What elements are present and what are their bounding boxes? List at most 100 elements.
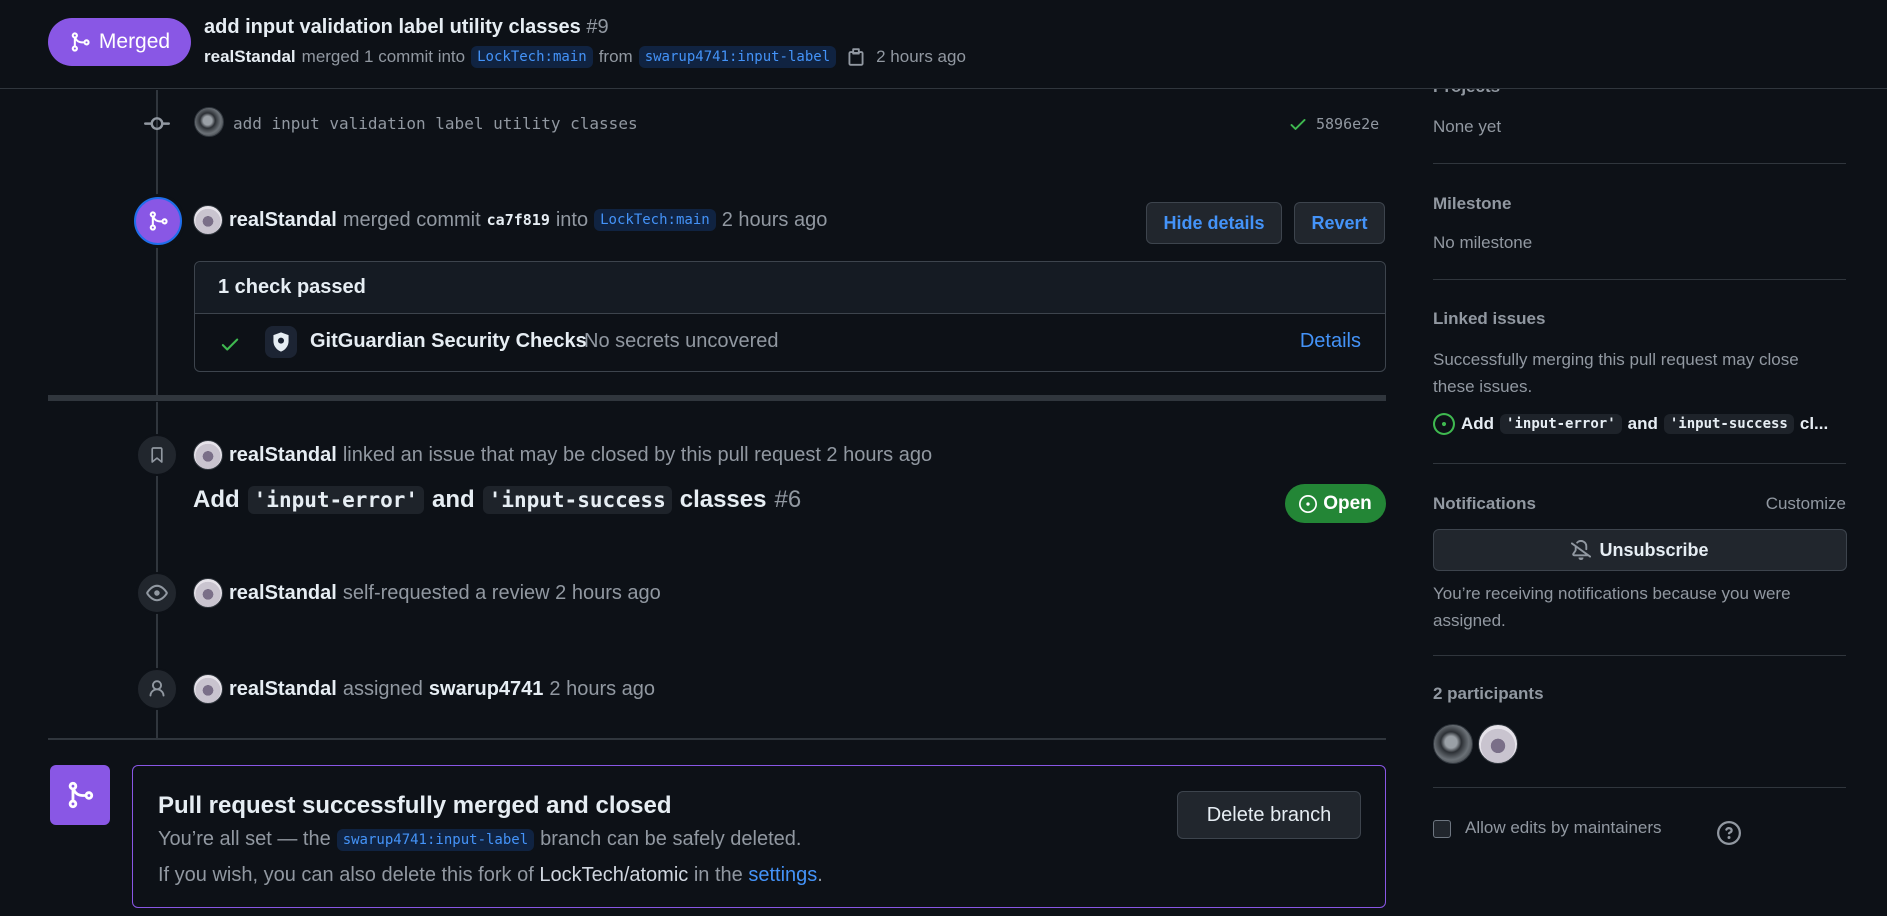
merged-box-icon	[50, 765, 110, 825]
git-merge-icon	[71, 32, 90, 52]
avatar[interactable]	[193, 674, 223, 704]
commit-sha[interactable]: 5896e2e	[1316, 115, 1379, 133]
question-icon[interactable]	[1717, 821, 1741, 845]
pr-merged-text: merged 1 commit into	[301, 47, 466, 66]
sidebar-heading-participants: 2 participants	[1433, 684, 1544, 703]
event-author[interactable]: realStandal	[229, 444, 337, 467]
assign-text: assigned	[342, 677, 423, 700]
participant-avatar[interactable]	[1478, 724, 1518, 764]
head-branch[interactable]: swarup4741:input-label	[638, 46, 837, 68]
issue-prefix: Add	[193, 486, 240, 513]
merged-state-label: Merged	[98, 30, 171, 53]
divider	[1433, 655, 1846, 656]
sidebar-heading-linked-issues[interactable]: Linked issues	[1433, 309, 1545, 329]
event-author[interactable]: realStandal	[229, 209, 337, 232]
merge-into-text: into	[555, 208, 589, 231]
issue-and: and	[432, 486, 475, 513]
bookmark-icon	[151, 447, 163, 463]
customize-link[interactable]: Customize	[1766, 494, 1846, 514]
participant-avatar[interactable]	[1433, 724, 1473, 764]
event-author[interactable]: realStandal	[229, 678, 337, 701]
delete-branch-button[interactable]: Delete branch	[1177, 791, 1361, 839]
fork-repo: LockTech/atomic	[539, 864, 689, 886]
unsubscribe-button[interactable]: Unsubscribe	[1433, 529, 1847, 571]
assign-time: 2 hours ago	[549, 677, 656, 700]
allow-edits-checkbox[interactable]	[1433, 820, 1451, 838]
checks-header-text: 1 check passed	[218, 276, 366, 298]
linked-issue-title[interactable]: Add 'input-error' and 'input-success cla…	[193, 486, 801, 514]
linked-issue-item[interactable]: Add 'input-error' and 'input-success cl.…	[1433, 413, 1828, 435]
check-details-link[interactable]: Details	[1300, 330, 1361, 353]
merged-line1-pre: You’re all set — the	[158, 828, 331, 850]
eye-icon	[146, 584, 168, 602]
linked-item-code: 'input-success	[1663, 414, 1794, 434]
linked-issues-desc: Successfully merging this pull request m…	[1433, 350, 1799, 396]
pr-author[interactable]: realStandal	[204, 47, 296, 67]
avatar[interactable]	[194, 107, 224, 137]
assign-event-icon	[136, 668, 178, 710]
avatar[interactable]	[193, 578, 223, 608]
revert-button[interactable]: Revert	[1294, 202, 1385, 244]
pr-title-row: add input validation label utility class…	[204, 16, 609, 39]
linked-item-suffix: cl...	[1799, 414, 1829, 433]
linked-item-code: 'input-error'	[1500, 414, 1622, 434]
check-name: GitGuardian Security Checks	[310, 330, 587, 352]
merge-commit-sha[interactable]: ca7f819	[487, 211, 550, 229]
merged-box: Pull request successfully merged and clo…	[132, 765, 1386, 908]
hide-details-button[interactable]: Hide details	[1146, 202, 1282, 244]
review-text: self-requested a review 2 hours ago	[342, 581, 661, 604]
divider	[1433, 163, 1846, 164]
base-branch[interactable]: LockTech:main	[471, 46, 593, 68]
git-commit-icon	[144, 117, 170, 131]
linked-item-prefix: Add	[1461, 414, 1495, 433]
git-merge-icon	[68, 781, 94, 809]
git-merge-icon	[149, 211, 168, 231]
check-row: GitGuardian Security Checks No secrets u…	[195, 314, 1385, 371]
settings-link[interactable]: settings	[748, 864, 817, 886]
allow-edits-label[interactable]: Allow edits by maintainers	[1465, 818, 1662, 838]
issue-opened-icon	[1433, 413, 1455, 435]
linked-item-and: and	[1627, 414, 1658, 433]
sidebar-heading-notifications: Notifications	[1433, 494, 1536, 513]
timeline-separator	[48, 738, 1386, 740]
merged-box-line1: You’re all set — the swarup4741:input-la…	[158, 828, 801, 851]
pr-meta-row: realStandal merged 1 commit into LockTec…	[204, 46, 966, 68]
projects-value: None yet	[1433, 117, 1502, 136]
pr-title[interactable]: add input validation label utility class…	[204, 16, 581, 38]
merged-branch[interactable]: swarup4741:input-label	[336, 828, 535, 851]
event-author[interactable]: realStandal	[229, 582, 337, 605]
merge-branch[interactable]: LockTech:main	[594, 209, 716, 231]
issue-code: 'input-error'	[247, 486, 425, 514]
merged-state-badge: Merged	[48, 18, 191, 66]
issue-code: 'input-success	[482, 486, 672, 514]
milestone-value: No milestone	[1433, 233, 1533, 252]
unsubscribe-label: Unsubscribe	[1599, 539, 1709, 560]
sidebar-heading-milestone[interactable]: Milestone	[1433, 194, 1511, 214]
merged-line2-end: .	[817, 864, 823, 886]
gitguardian-icon	[265, 326, 297, 358]
sidebar: Projects None yet Milestone No milestone…	[1433, 89, 1847, 916]
commit-message[interactable]: add input validation label utility class…	[233, 114, 638, 133]
avatar[interactable]	[193, 205, 223, 235]
merged-line1-post: branch can be safely deleted.	[540, 828, 802, 850]
notifications-desc: You’re receiving notifications because y…	[1433, 584, 1791, 630]
merged-box-title: Pull request successfully merged and clo…	[158, 792, 672, 819]
copy-icon[interactable]	[846, 47, 866, 67]
divider	[1433, 463, 1846, 464]
issue-number: #6	[774, 486, 802, 513]
assignee[interactable]: swarup4741	[429, 678, 544, 701]
checks-box: 1 check passed GitGuardian Security Chec…	[194, 261, 1386, 372]
divider	[1433, 279, 1846, 280]
sidebar-heading-projects[interactable]: Projects	[1433, 89, 1500, 97]
check-desc: No secrets uncovered	[584, 330, 779, 352]
avatar[interactable]	[193, 440, 223, 470]
issue-opened-icon	[1299, 494, 1318, 513]
commit-row: add input validation label utility class…	[136, 107, 1386, 139]
merge-text: merged commit	[342, 208, 481, 231]
divider	[1433, 787, 1846, 788]
merge-event-text: realStandal merged commit ca7f819 into L…	[193, 205, 827, 235]
review-event-icon	[136, 572, 178, 614]
merged-box-line2: If you wish, you can also delete this fo…	[158, 864, 823, 887]
merge-event-icon	[134, 197, 182, 245]
check-icon	[1290, 119, 1306, 130]
